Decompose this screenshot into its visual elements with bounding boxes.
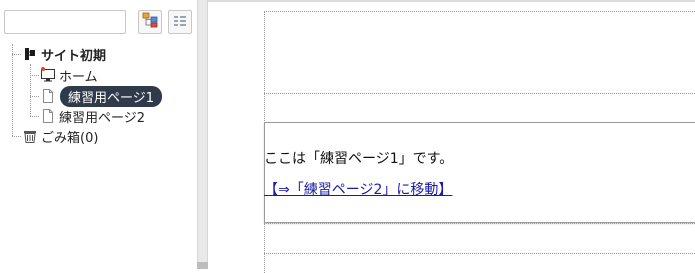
content-block-footer[interactable] bbox=[264, 253, 695, 273]
tree-item-label: 練習用ページ1 bbox=[60, 85, 163, 107]
tree-root-site[interactable]: サイト初期 bbox=[22, 44, 106, 64]
sitemap-button[interactable] bbox=[138, 10, 162, 34]
tree-item-practice-page-2[interactable]: 練習用ページ2 bbox=[40, 106, 145, 126]
tree-connector bbox=[30, 96, 39, 97]
content-block-empty[interactable] bbox=[264, 93, 695, 123]
page-body-text: ここは「練習ページ1」です。 bbox=[264, 151, 454, 167]
splitter-scroll-handle[interactable] bbox=[197, 262, 208, 269]
tree-connector bbox=[12, 44, 13, 136]
site-tree-panel: サイト初期 ホーム 練習用ページ1 練習用ページ2 ごみ箱(0) bbox=[0, 0, 197, 269]
tree-item-label: ごみ箱(0) bbox=[41, 130, 99, 146]
content-block-main[interactable] bbox=[264, 122, 695, 223]
content-block-header[interactable] bbox=[264, 11, 695, 93]
site-root-icon bbox=[22, 46, 38, 62]
content-block-empty[interactable] bbox=[264, 223, 695, 253]
tree-connector bbox=[30, 75, 39, 76]
trash-icon bbox=[22, 128, 38, 144]
move-to-page-2-link[interactable]: 【⇒「練習ページ2」に移動】 bbox=[264, 179, 452, 199]
tree-connector bbox=[12, 136, 21, 137]
tree-item-label: ホーム bbox=[59, 69, 98, 85]
tree-item-label: 練習用ページ2 bbox=[59, 110, 146, 126]
tree-search-input[interactable] bbox=[4, 10, 126, 34]
page-icon bbox=[40, 108, 56, 124]
tree-connector bbox=[30, 64, 31, 116]
tree-connector bbox=[12, 54, 21, 55]
tree-item-practice-page-1[interactable]: 練習用ページ1 bbox=[40, 85, 163, 107]
list-view-button[interactable] bbox=[168, 10, 192, 34]
tree-item-home[interactable]: ホーム bbox=[40, 65, 98, 85]
page-icon bbox=[40, 88, 56, 104]
tree-root-label: サイト初期 bbox=[41, 48, 107, 64]
panel-splitter[interactable] bbox=[197, 0, 208, 269]
monitor-icon bbox=[40, 67, 56, 83]
list-icon bbox=[173, 13, 187, 32]
sitemap-icon bbox=[142, 12, 158, 32]
tree-item-trash[interactable]: ごみ箱(0) bbox=[22, 126, 98, 146]
tree-connector bbox=[30, 116, 39, 117]
